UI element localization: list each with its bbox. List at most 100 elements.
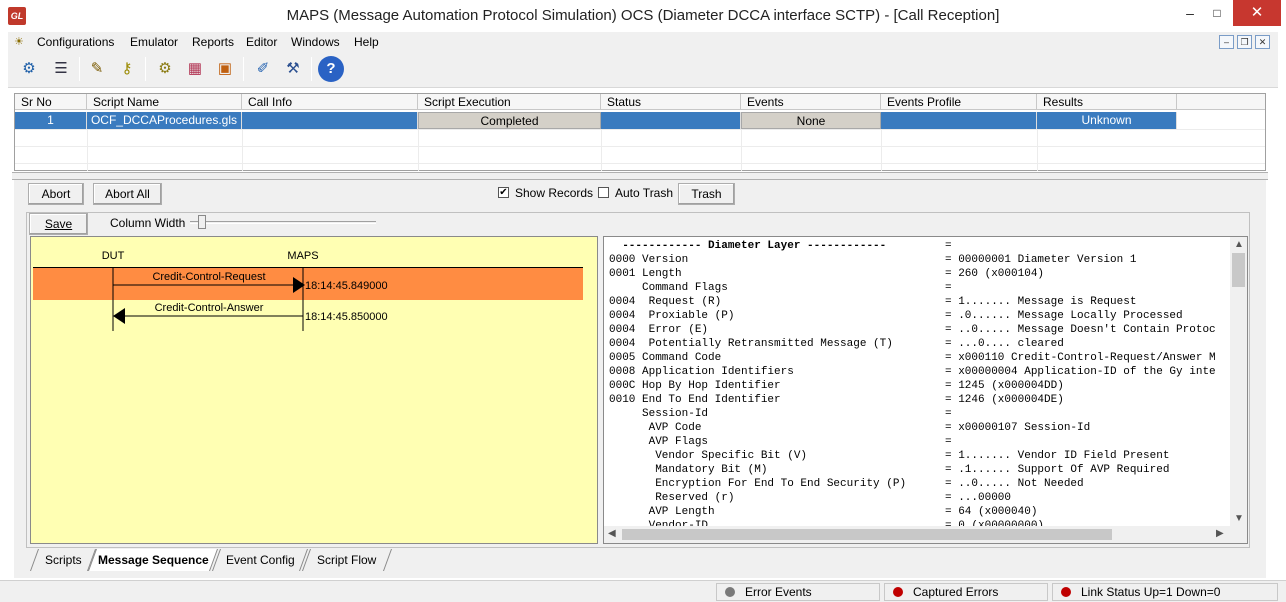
tab-event-config[interactable]: Event Config xyxy=(211,549,309,571)
menu-configurations[interactable]: Configurations xyxy=(37,35,114,49)
decode-line[interactable]: 000C Hop By Hop Identifier = 1245 (x00000… xyxy=(609,379,1229,393)
column-header-sr-no[interactable]: Sr No xyxy=(15,94,87,110)
close-button[interactable]: ✕ xyxy=(1233,0,1281,26)
menu-windows[interactable]: Windows xyxy=(291,35,340,49)
status-captured-errors[interactable]: Captured Errors xyxy=(884,583,1048,601)
message-label[interactable]: Credit-Control-Answer xyxy=(155,302,264,314)
save-button[interactable]: Save xyxy=(29,213,88,235)
toolbar-separator xyxy=(79,57,80,81)
decode-line[interactable]: 0004 Potentially Retransmitted Message (… xyxy=(609,337,1229,351)
cell-call-info[interactable] xyxy=(242,112,418,129)
cell-status[interactable] xyxy=(601,112,741,129)
maximize-button[interactable]: □ xyxy=(1200,0,1234,26)
cell-script-execution[interactable]: Completed xyxy=(418,112,601,129)
grid-line xyxy=(15,146,1265,147)
menu-editor[interactable]: Editor xyxy=(246,35,277,49)
edit-config-icon[interactable]: ✐ xyxy=(250,56,276,82)
briefcase-icon[interactable]: ▣ xyxy=(212,56,238,82)
decode-line[interactable]: AVP Flags = xyxy=(609,435,1229,449)
menu-emulator[interactable]: Emulator xyxy=(130,35,178,49)
mdi-minimize-button[interactable]: – xyxy=(1219,35,1234,49)
scroll-right-icon[interactable]: ▶ xyxy=(1216,528,1224,539)
mdi-close-button[interactable]: ✕ xyxy=(1255,35,1270,49)
app-menu-icon[interactable]: ☀ xyxy=(14,35,24,48)
trash-button[interactable]: Trash xyxy=(678,183,735,205)
cell-events[interactable]: None xyxy=(741,112,881,129)
help-icon[interactable]: ? xyxy=(318,56,344,82)
pane-splitter[interactable] xyxy=(12,172,1268,180)
abort-all-button[interactable]: Abort All xyxy=(93,183,162,205)
decode-line[interactable]: 0004 Proxiable (P) = .0...... Message Loc… xyxy=(609,309,1229,323)
cell-events-profile[interactable] xyxy=(881,112,1037,129)
tab-message-sequence[interactable]: Message Sequence xyxy=(87,549,219,571)
show-records-checkbox[interactable]: ✔ xyxy=(498,187,509,198)
column-width-slider-track[interactable] xyxy=(190,221,376,224)
sequence-diagram: DUT MAPS Credit-Control-Request 18:14:45… xyxy=(30,236,598,544)
cell-sr-no[interactable]: 1 xyxy=(15,112,87,129)
profiles-icon[interactable]: ⚙ xyxy=(152,56,178,82)
tab-scripts[interactable]: Scripts xyxy=(29,549,97,571)
decode-value: = ..0..... Message Doesn't Contain Proto… xyxy=(945,324,1216,336)
column-header-events-profile[interactable]: Events Profile xyxy=(881,94,1037,110)
horizontal-scrollbar[interactable]: ◀ ▶ xyxy=(604,526,1247,543)
notepad-icon[interactable]: ☰ xyxy=(48,56,74,82)
cell-script-name[interactable]: OCF_DCCAProcedures.gls xyxy=(87,112,242,129)
column-width-label: Column Width xyxy=(110,216,186,230)
vertical-scroll-thumb[interactable] xyxy=(1232,253,1245,287)
auto-trash-checkbox[interactable] xyxy=(598,187,609,198)
vertical-scrollbar[interactable]: ▲ ▼ xyxy=(1230,237,1247,527)
column-width-slider-thumb[interactable] xyxy=(198,215,206,229)
column-header-events[interactable]: Events xyxy=(741,94,881,110)
column-header-script-name[interactable]: Script Name xyxy=(87,94,242,110)
mdi-restore-button[interactable]: ❐ xyxy=(1237,35,1252,49)
decode-line[interactable]: 0010 End To End Identifier = 1246 (x00000… xyxy=(609,393,1229,407)
title-bar: GL MAPS (Message Automation Protocol Sim… xyxy=(0,0,1286,32)
decode-field: Reserved (r) xyxy=(609,492,735,504)
scroll-left-icon[interactable]: ◀ xyxy=(608,528,616,539)
decode-line[interactable]: Command Flags = xyxy=(609,281,1229,295)
column-header-call-info[interactable]: Call Info xyxy=(242,94,418,110)
tab-label: Scripts xyxy=(44,553,82,567)
database-icon[interactable]: ▦ xyxy=(182,56,208,82)
decode-line[interactable]: 0004 Error (E) = ..0..... Message Doesn't… xyxy=(609,323,1229,337)
grid-line xyxy=(242,129,243,171)
script-edit-icon[interactable]: ✎ xyxy=(84,56,110,82)
decode-line[interactable]: Mandatory Bit (M) = .1...... Support Of A… xyxy=(609,463,1229,477)
decode-field: Session-Id xyxy=(609,408,709,420)
message-label[interactable]: Credit-Control-Request xyxy=(152,271,265,283)
decode-value: = 1246 (x000004DE) xyxy=(945,394,1064,406)
decode-line[interactable]: Encryption For End To End Security (P) = … xyxy=(609,477,1229,491)
column-header-results[interactable]: Results xyxy=(1037,94,1177,110)
grid-line xyxy=(15,129,1265,130)
decode-line[interactable]: Vendor Specific Bit (V) = 1....... Vendor… xyxy=(609,449,1229,463)
status-link-status[interactable]: Link Status Up=1 Down=0 xyxy=(1052,583,1278,601)
menu-help[interactable]: Help xyxy=(354,35,379,49)
decode-line[interactable]: ------------ Diameter Layer ------------… xyxy=(609,239,1229,253)
decode-field: 0004 Request (R) xyxy=(609,296,722,308)
scroll-down-icon[interactable]: ▼ xyxy=(1234,513,1244,524)
status-error-events[interactable]: Error Events xyxy=(716,583,880,601)
decode-value: = .0...... Message Locally Processed xyxy=(945,310,1183,322)
decode-line[interactable]: AVP Length = 64 (x000040) xyxy=(609,505,1229,519)
abort-button[interactable]: Abort xyxy=(28,183,84,205)
decode-value: = ..0..... Not Needed xyxy=(945,478,1084,490)
column-header-status[interactable]: Status xyxy=(601,94,741,110)
menu-reports[interactable]: Reports xyxy=(192,35,234,49)
decode-line[interactable]: 0008 Application Identifiers = x00000004 … xyxy=(609,365,1229,379)
decode-line[interactable]: AVP Code = x00000107 Session-Id xyxy=(609,421,1229,435)
decode-line[interactable]: 0005 Command Code = x000110 Credit-Contro… xyxy=(609,351,1229,365)
horizontal-scroll-thumb[interactable] xyxy=(622,529,1112,540)
keys-icon[interactable]: ⚷ xyxy=(114,56,140,82)
column-header-script-execution[interactable]: Script Execution xyxy=(418,94,601,110)
decode-line[interactable]: 0000 Version = 00000001 Diameter Version … xyxy=(609,253,1229,267)
decode-line[interactable]: 0004 Request (R) = 1....... Message is Re… xyxy=(609,295,1229,309)
decode-line[interactable]: Reserved (r) = ...00000 xyxy=(609,491,1229,505)
decode-line[interactable]: 0001 Length = 260 (x000104) xyxy=(609,267,1229,281)
grid-line xyxy=(418,129,419,171)
gear-icon[interactable]: ⚙ xyxy=(16,56,42,82)
tab-script-flow[interactable]: Script Flow xyxy=(301,549,393,571)
decode-line[interactable]: Session-Id = xyxy=(609,407,1229,421)
tools-icon[interactable]: ⚒ xyxy=(280,56,306,82)
scroll-up-icon[interactable]: ▲ xyxy=(1234,239,1244,250)
cell-results[interactable]: Unknown xyxy=(1037,112,1177,129)
